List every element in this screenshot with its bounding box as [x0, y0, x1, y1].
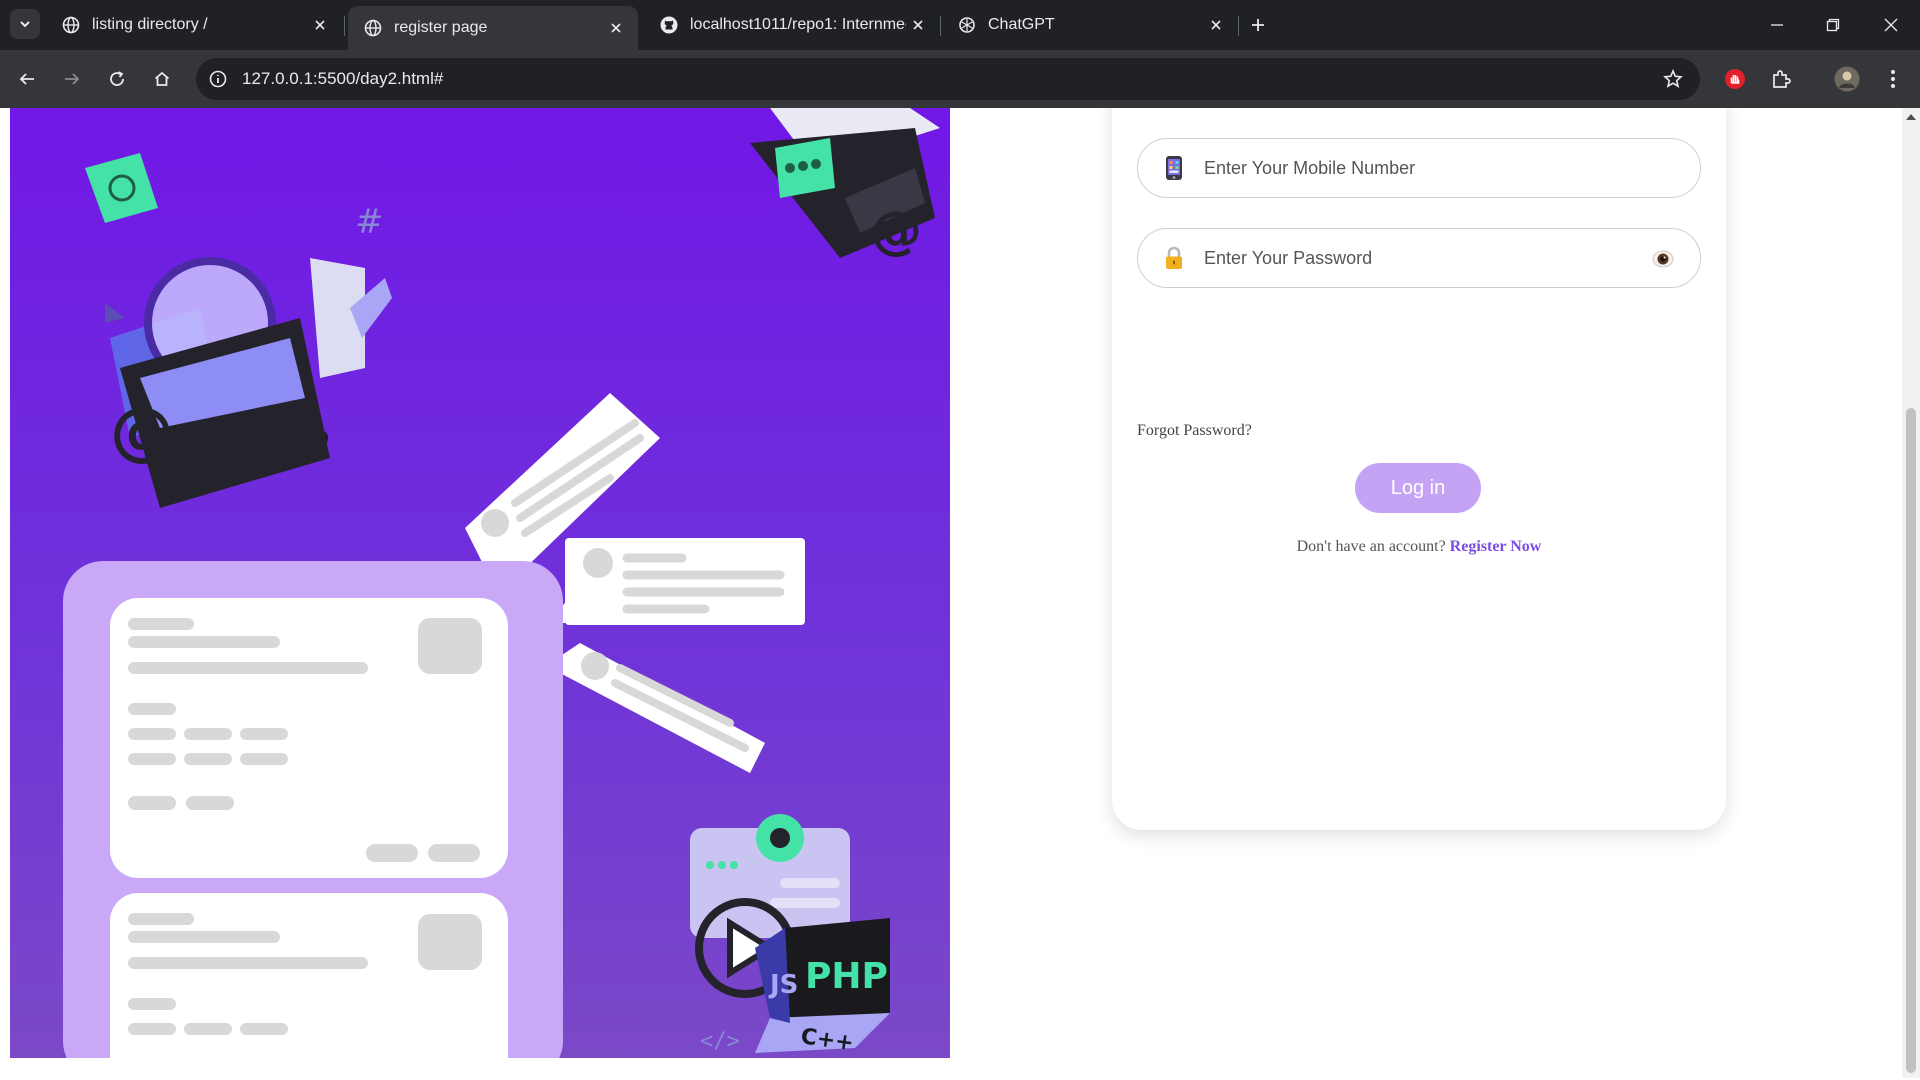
php-label: PHP	[805, 956, 888, 997]
extensions-puzzle-icon[interactable]	[1766, 64, 1796, 94]
tab-separator	[1238, 16, 1239, 36]
chat-laptop-graphic: @	[750, 108, 940, 261]
card-mockup-graphic	[63, 561, 563, 1058]
browser-menu-button[interactable]	[1878, 64, 1908, 94]
lock-icon	[1160, 244, 1188, 272]
browser-tab-strip: listing directory / register page localh…	[0, 0, 1920, 50]
close-tab-icon[interactable]	[1204, 13, 1228, 37]
scroll-up-arrow-icon[interactable]	[1906, 114, 1916, 120]
at-symbol: @	[110, 395, 174, 469]
restore-icon	[1826, 18, 1840, 32]
at-symbol: @	[870, 201, 922, 261]
kebab-menu-icon	[1891, 70, 1895, 88]
tab-title: ChatGPT	[988, 16, 1055, 33]
mobile-input[interactable]	[1204, 157, 1604, 179]
globe-icon	[62, 16, 80, 34]
code-tag-label: </>	[700, 1029, 740, 1054]
js-label: JS	[768, 970, 798, 1000]
close-tab-icon[interactable]	[604, 16, 628, 40]
browser-toolbar: 127.0.0.1:5500/day2.html#	[0, 50, 1920, 108]
password-input[interactable]	[1204, 247, 1604, 269]
magnifier-laptop-graphic: @ #	[85, 153, 392, 508]
mobile-phone-icon	[1160, 154, 1188, 182]
tab-listing-directory[interactable]: listing directory /	[46, 6, 342, 44]
arrow-right-icon	[65, 73, 80, 85]
github-icon	[660, 16, 678, 34]
tab-github-repo[interactable]: localhost1011/repo1: Internmedia	[644, 6, 940, 44]
chatgpt-icon	[959, 17, 975, 33]
restore-button[interactable]	[1818, 10, 1848, 40]
register-prompt: Don't have an account? Register Now	[1112, 538, 1726, 556]
eye-icon[interactable]	[1650, 246, 1676, 272]
new-tab-button[interactable]	[1244, 11, 1272, 39]
page-viewport: @ # @ PHP JS C++ </> Enter Your Mobile N…	[0, 108, 1920, 1078]
tab-title: listing directory /	[92, 16, 208, 33]
hero-illustration: @ # @ PHP JS C++ </>	[10, 108, 950, 1058]
register-now-link[interactable]: Register Now	[1450, 538, 1542, 555]
minimize-icon	[1771, 24, 1783, 26]
arrow-left-icon	[19, 73, 34, 85]
tab-chatgpt[interactable]: ChatGPT	[942, 6, 1238, 44]
tab-register-page[interactable]: register page	[348, 6, 638, 50]
globe-icon	[364, 19, 382, 37]
tab-title: register page	[394, 19, 488, 36]
back-button[interactable]	[12, 64, 42, 94]
bookmark-star-icon[interactable]	[1660, 66, 1686, 92]
url-text[interactable]: 127.0.0.1:5500/day2.html#	[242, 69, 443, 89]
tab-separator	[344, 16, 345, 36]
hash-symbol: #	[355, 202, 384, 242]
chevron-down-icon	[20, 21, 30, 28]
extension-adblock-icon[interactable]	[1720, 64, 1750, 94]
page-scrollbar[interactable]	[1902, 108, 1920, 1078]
tab-search-button[interactable]	[10, 9, 40, 39]
login-card: Forgot Password? Log in Don't have an ac…	[1112, 108, 1726, 830]
reload-icon	[110, 71, 124, 86]
close-tab-icon[interactable]	[308, 13, 332, 37]
home-button[interactable]	[147, 64, 177, 94]
profile-avatar[interactable]	[1832, 64, 1862, 94]
close-window-button[interactable]	[1876, 10, 1906, 40]
tab-title: localhost1011/repo1: Internmedia	[690, 16, 906, 33]
home-icon	[154, 71, 170, 86]
site-info-icon[interactable]	[204, 65, 232, 93]
address-bar[interactable]: 127.0.0.1:5500/day2.html#	[196, 58, 1700, 100]
login-button[interactable]: Log in	[1355, 463, 1481, 513]
scroll-thumb[interactable]	[1906, 408, 1916, 1073]
code-cube-graphic: PHP JS C++ </>	[690, 814, 890, 1056]
forgot-password-link[interactable]: Forgot Password?	[1137, 422, 1252, 440]
illustration-artwork: @ # @ PHP JS C++ </>	[63, 108, 940, 1058]
tab-separator	[940, 16, 941, 36]
password-field[interactable]	[1137, 228, 1701, 288]
forward-button[interactable]	[57, 64, 87, 94]
close-icon	[1884, 18, 1898, 32]
reload-button[interactable]	[102, 64, 132, 94]
close-tab-icon[interactable]	[906, 13, 930, 37]
mobile-field[interactable]	[1137, 138, 1701, 198]
minimize-button[interactable]	[1762, 10, 1792, 40]
plus-icon	[1252, 19, 1264, 31]
no-account-text: Don't have an account?	[1296, 538, 1446, 555]
